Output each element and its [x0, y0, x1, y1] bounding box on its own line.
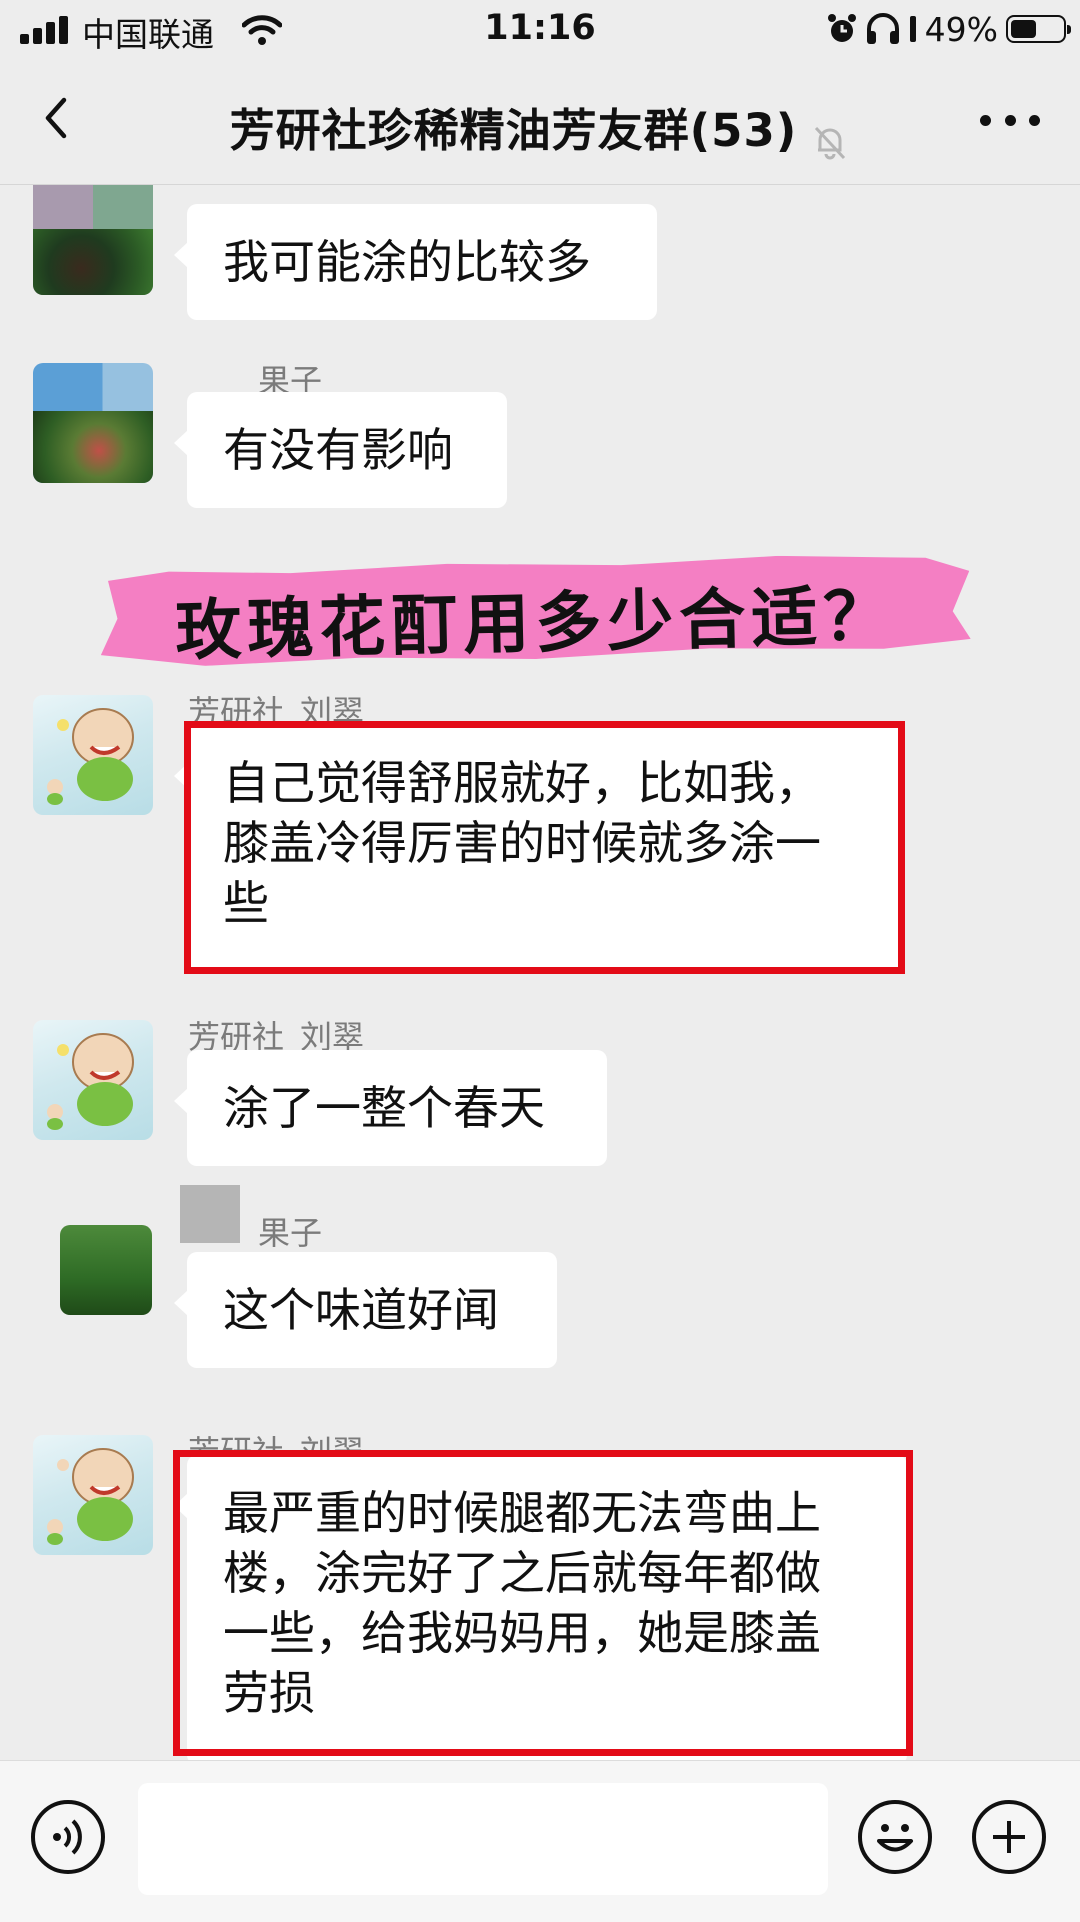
avatar[interactable] — [60, 1225, 152, 1315]
fairy-avatar-icon — [47, 1448, 134, 1545]
fairy-avatar-icon — [47, 1033, 134, 1130]
group-title: 芳研社珍稀精油芳友群(53) — [229, 104, 798, 157]
topic-banner: 玫瑰花酊用多少合适？ — [99, 551, 971, 670]
fairy-avatar-icon — [47, 708, 134, 805]
chat-messages[interactable]: 我可能涂的比较多 果子 有没有影响 玫瑰花酊用多少合适？ 芳研社_刘翠 自己觉得… — [0, 185, 1080, 1760]
mute-bell-icon — [815, 126, 846, 159]
avatar[interactable] — [33, 1020, 153, 1140]
avatar[interactable] — [33, 363, 153, 483]
highlight-box — [173, 1450, 913, 1756]
input-bar — [0, 1760, 1080, 1922]
status-bar: 中国联通 11:16 49% — [0, 0, 1080, 58]
chat-header: 芳研社珍稀精油芳友群(53) — [0, 58, 1080, 185]
sender-name: 果子 — [258, 1214, 323, 1252]
voice-button[interactable] — [31, 1800, 105, 1874]
message-input[interactable] — [138, 1783, 828, 1895]
battery-percent: 49% — [924, 9, 998, 49]
message-bubble[interactable]: 涂了一整个春天 — [174, 1050, 607, 1166]
headphones-icon — [866, 13, 899, 44]
emoji-icon — [877, 1824, 913, 1852]
message-bubble[interactable]: 有没有影响 — [174, 392, 507, 508]
banner-text: 玫瑰花酊用多少合适？ — [174, 577, 897, 670]
avatar[interactable] — [33, 695, 153, 815]
emoji-button[interactable] — [858, 1800, 932, 1874]
alarm-icon — [827, 14, 856, 42]
message-bubble[interactable]: 我可能涂的比较多 — [174, 204, 657, 320]
battery-indicator-icon — [909, 16, 916, 42]
message-bubble[interactable]: 这个味道好闻 — [174, 1252, 557, 1368]
avatar[interactable] — [33, 185, 153, 295]
highlight-box — [184, 721, 905, 974]
plus-icon[interactable] — [972, 1800, 1046, 1874]
battery-icon — [1006, 15, 1071, 43]
more-icon[interactable] — [980, 108, 1040, 132]
avatar[interactable] — [33, 1435, 153, 1555]
voice-icon — [53, 1819, 82, 1855]
